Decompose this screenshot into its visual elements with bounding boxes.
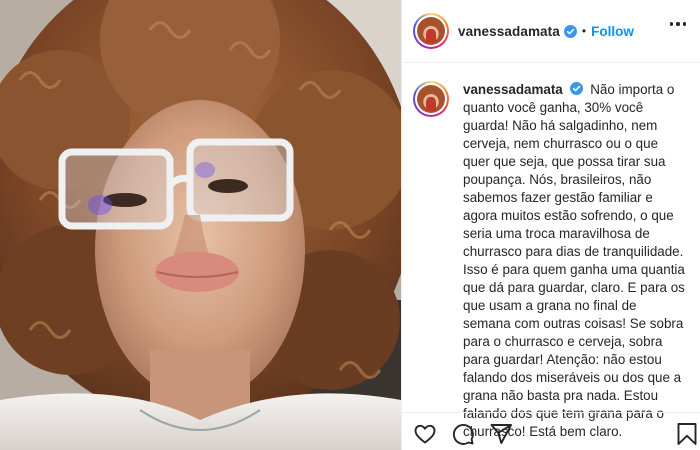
comments-section: vanessadamata Não importa o quanto você …: [402, 64, 700, 439]
avatar[interactable]: [413, 13, 449, 49]
verified-badge-icon: [570, 82, 584, 95]
post-caption: vanessadamata Não importa o quanto você …: [463, 81, 686, 439]
selfie-illustration: [0, 0, 401, 450]
header-username[interactable]: vanessadamata: [458, 24, 560, 39]
heart-icon[interactable]: [413, 422, 437, 446]
post-photo[interactable]: [0, 0, 401, 450]
post-header: vanessadamata • Follow: [402, 0, 700, 63]
separator-dot: •: [581, 24, 587, 38]
bookmark-icon[interactable]: [676, 422, 698, 446]
caption-username[interactable]: vanessadamata: [463, 82, 563, 97]
verified-badge-icon: [563, 24, 577, 38]
action-bar: [413, 422, 697, 450]
actions-divider: [402, 412, 700, 413]
more-options-icon[interactable]: [669, 22, 686, 26]
caption-avatar[interactable]: [413, 81, 449, 117]
comment-icon[interactable]: [451, 422, 475, 446]
caption-text: Não importa o quanto você ganha, 30% voc…: [463, 82, 685, 439]
follow-button[interactable]: Follow: [591, 24, 634, 39]
paper-plane-icon[interactable]: [489, 422, 513, 446]
